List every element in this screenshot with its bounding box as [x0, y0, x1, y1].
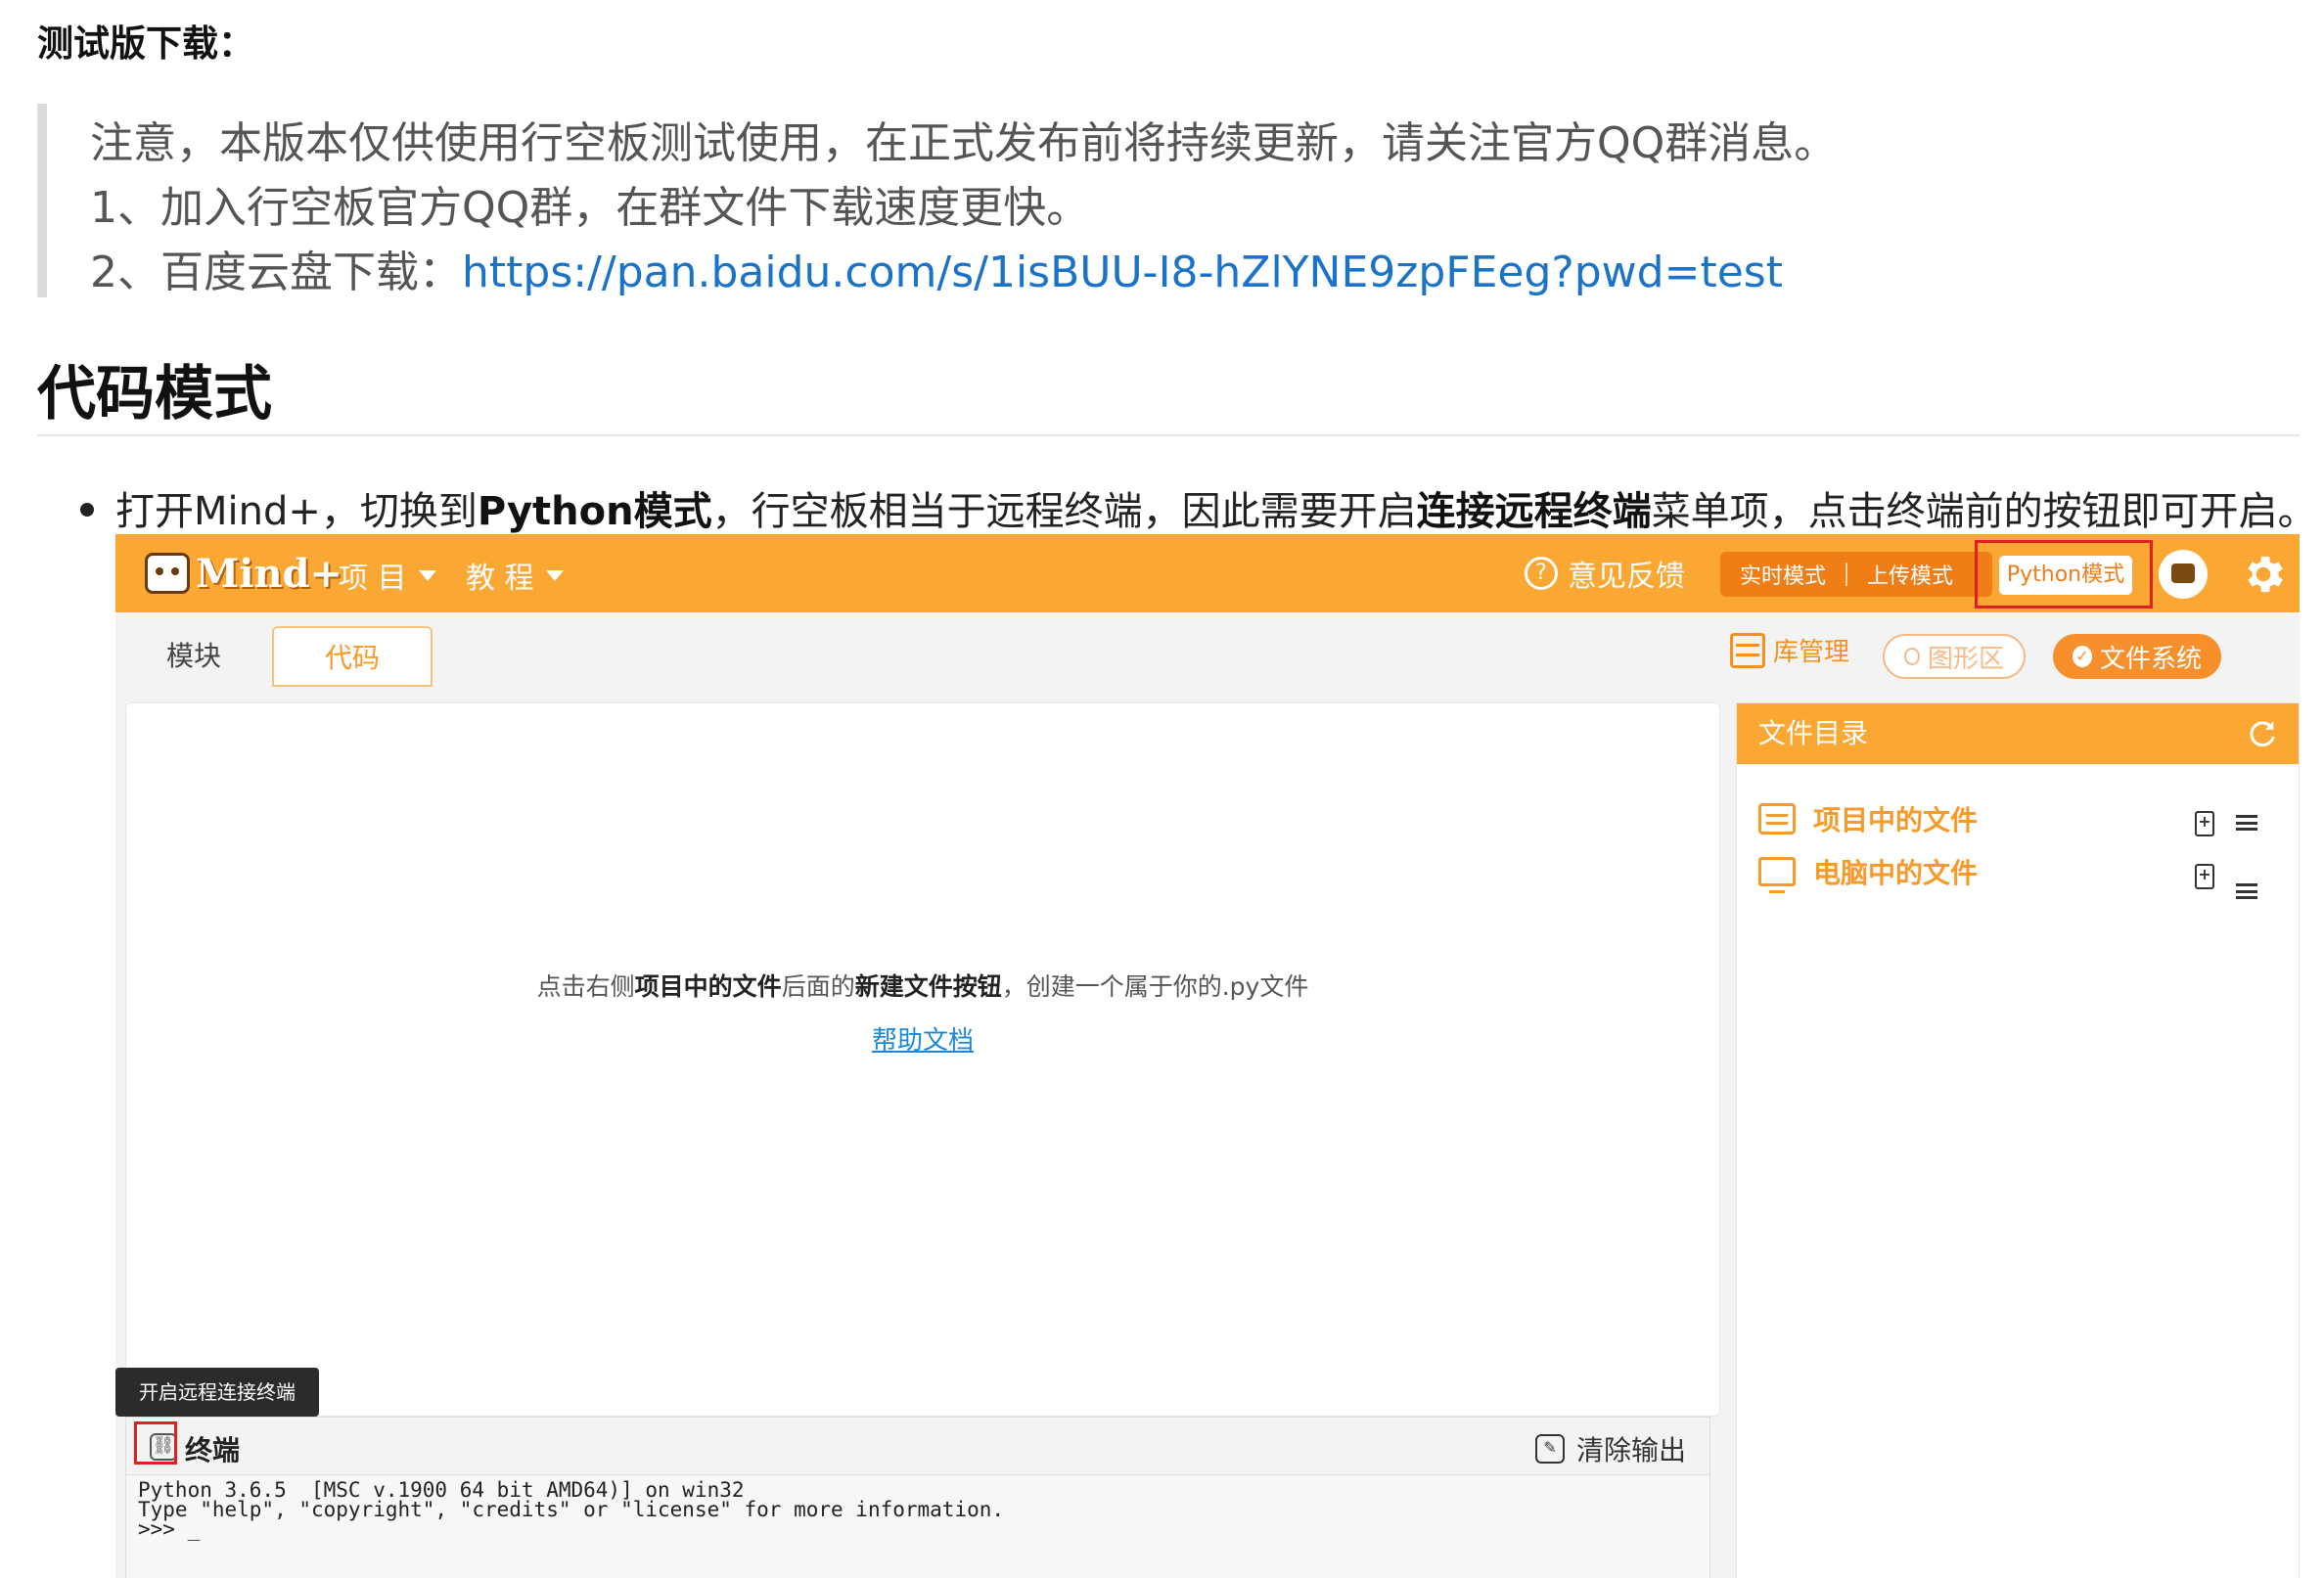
file-directory-title: 文件目录 [1758, 717, 1869, 749]
file-system-label: 文件系统 [2099, 644, 2202, 674]
mindplus-logo[interactable]: Mind+ [145, 550, 342, 597]
mode-switch: 实时模式 上传模式 [1720, 552, 1992, 597]
python-mode-highlight [1975, 540, 2153, 609]
clear-output-button[interactable]: ✎ 清除输出 [1534, 1429, 1686, 1468]
terminal-line: Type "help", "copyright", "credits" or "… [138, 1498, 1005, 1521]
help-circle-icon: ? [1525, 557, 1558, 590]
notice-text: 注意，本版本仅供使用行空板测试使用，在正式发布前将持续更新，请关注官方QQ群消息… [90, 118, 1838, 168]
library-manage-label: 库管理 [1773, 638, 1850, 667]
tab-code[interactable]: 代码 [272, 626, 433, 687]
caret-down-icon [545, 569, 564, 581]
terminal-title: 终端 [185, 1434, 241, 1466]
file-directory-header: 文件目录 [1737, 703, 2299, 764]
terminal-line: >>> _ [138, 1517, 201, 1541]
quote-bar [37, 104, 47, 297]
check-icon: ✓ [2073, 646, 2092, 667]
code-editor[interactable]: 点击右侧项目中的文件后面的新建文件按钮，创建一个属于你的.py文件 帮助文档 [125, 702, 1720, 1417]
logo-text: Mind+ [196, 550, 343, 597]
baidu-download-label: 2、百度云盘下载： [90, 248, 462, 297]
hint-part-1: 点击右侧 [536, 972, 635, 1001]
tab-blocks[interactable]: 模块 [115, 626, 272, 687]
feedback-button[interactable]: ? 意见反馈 [1525, 552, 1685, 595]
menu-tutorial[interactable]: 教 程 [466, 554, 564, 597]
computer-icon [1758, 857, 1796, 893]
terminal-line: Python 3.6.5 [MSC v.1900 64 bit AMD64)] … [138, 1478, 745, 1502]
mindplus-screenshot: Mind+ 项 目 教 程 ? 意见反馈 实时模式 上传模式 Python模式 … [115, 534, 2300, 1578]
hint-part-2: 后面的 [781, 972, 855, 1001]
bullet-text: 打开Mind+，切换到Python模式，行空板相当于远程终端，因此需要开启连接远… [115, 479, 2317, 536]
graph-area-button[interactable]: 图形区 [1883, 634, 2026, 679]
brush-icon: ✎ [1534, 1434, 1565, 1464]
help-doc-link[interactable]: 帮助文档 [126, 1020, 1719, 1057]
baidu-download-item: 2、百度云盘下载：https://pan.baidu.com/s/1isBUU-… [90, 237, 1783, 299]
menu-project[interactable]: 项 目 [339, 554, 436, 597]
terminal-header: ⛓ 终端 ✎ 清除输出 [126, 1418, 1709, 1475]
refresh-icon[interactable] [2246, 717, 2279, 750]
hint-bold-project-files: 项目中的文件 [634, 972, 782, 1001]
project-files-row[interactable]: 项目中的文件 [1758, 799, 1978, 838]
new-file-icon[interactable]: + [2195, 864, 2214, 889]
computer-files-row[interactable]: 电脑中的文件 [1758, 852, 1979, 893]
bullet-text-3: 菜单项，点击终端前的按钮即可开启。 [1651, 489, 2317, 534]
computer-files-label: 电脑中的文件 [1813, 857, 1979, 889]
terminal-output[interactable]: Python 3.6.5 [MSC v.1900 64 bit AMD64)] … [138, 1478, 1005, 1541]
qq-group-item: 1、加入行空板官方QQ群，在群文件下载速度更快。 [90, 183, 1090, 233]
link-button-highlight [134, 1421, 177, 1465]
gear-icon[interactable] [2239, 550, 2288, 599]
bullet-bold-python-mode: Python模式 [477, 489, 712, 534]
bullet-text-1: 打开Mind+，切换到 [115, 489, 478, 534]
file-directory-panel: 文件目录 项目中的文件 + 电脑中的文件 + [1736, 702, 2300, 1578]
file-list-icon [1758, 803, 1796, 834]
graph-area-label: 图形区 [1927, 644, 2004, 674]
mode-upload[interactable]: 上传模式 [1847, 559, 1973, 590]
caret-down-icon [418, 569, 436, 581]
hint-bold-new-file: 新建文件按钮 [854, 972, 1002, 1001]
file-system-button[interactable]: ✓ 文件系统 [2053, 634, 2221, 679]
download-heading: 测试版下载： [37, 23, 254, 65]
feedback-label: 意见反馈 [1568, 560, 1685, 594]
library-icon [1730, 632, 1765, 668]
library-manage-button[interactable]: 库管理 [1730, 632, 1849, 668]
bullet-bold-remote-terminal: 连接远程终端 [1416, 489, 1652, 534]
remote-terminal-tooltip: 开启远程连接终端 [115, 1368, 319, 1417]
heading-divider [37, 434, 2300, 436]
menu-project-label: 项 目 [339, 562, 407, 596]
clear-output-label: 清除输出 [1575, 1434, 1686, 1466]
editor-hint: 点击右侧项目中的文件后面的新建文件按钮，创建一个属于你的.py文件 [126, 968, 1719, 1003]
project-files-label: 项目中的文件 [1813, 804, 1979, 836]
menu-icon[interactable] [2236, 815, 2257, 831]
bullet-dot [80, 503, 94, 517]
new-file-icon[interactable]: + [2195, 811, 2214, 836]
app-header: Mind+ 项 目 教 程 ? 意见反馈 实时模式 上传模式 Python模式 [115, 534, 2300, 612]
hint-part-3: ，创建一个属于你的.py文件 [1001, 972, 1309, 1001]
section-title: 代码模式 [37, 360, 272, 428]
bullet-text-2: ，行空板相当于远程终端，因此需要开启 [711, 489, 1417, 534]
robot-logo-icon [145, 553, 190, 594]
terminal-panel: ⛓ 终端 ✎ 清除输出 Python 3.6.5 [MSC v.1900 64 … [125, 1417, 1710, 1578]
baidu-download-link[interactable]: https://pan.baidu.com/s/1isBUU-I8-hZlYNE… [462, 248, 1783, 297]
mode-realtime[interactable]: 实时模式 [1720, 559, 1846, 590]
menu-icon[interactable] [2236, 883, 2257, 899]
robot-icon[interactable] [2159, 550, 2208, 599]
menu-tutorial-label: 教 程 [466, 562, 534, 596]
graph-dot-icon [1904, 648, 1920, 665]
